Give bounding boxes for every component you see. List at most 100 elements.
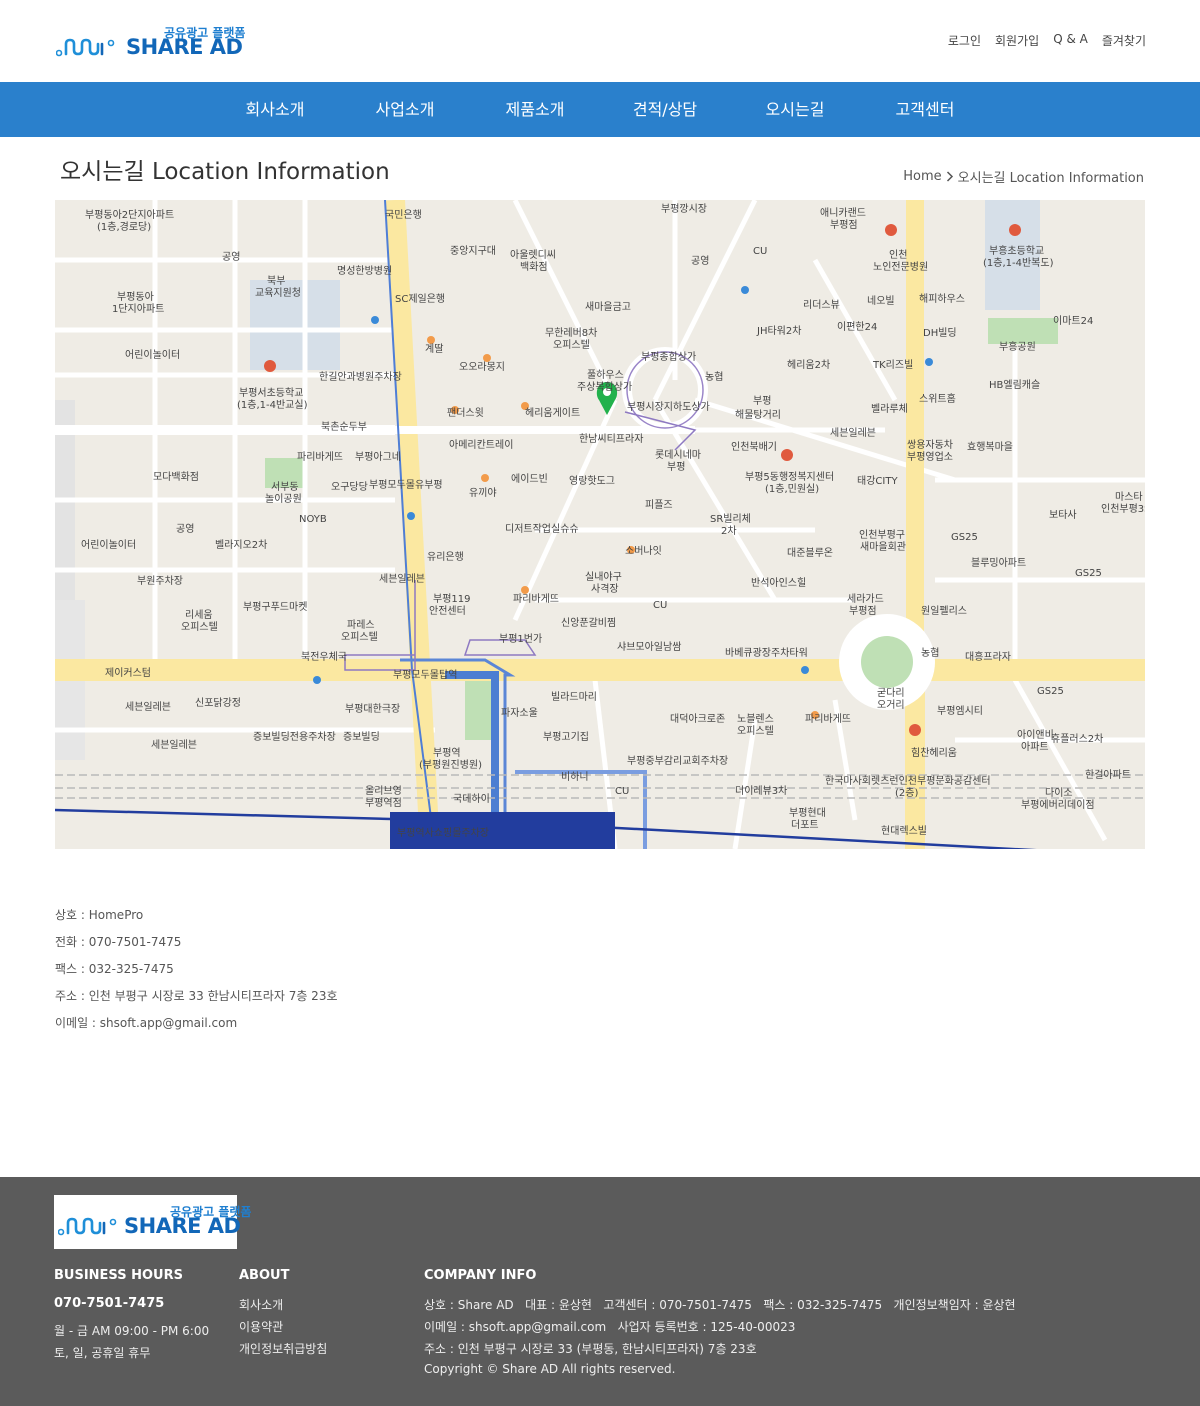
map-place-label: 이편한24 <box>837 322 878 333</box>
map-place-label: 한걸아파트 <box>1085 770 1131 781</box>
location-map[interactable]: 부평동아2단지아파트 (1층,경로당) 국민은행 중앙지구대 아울렛디씨 백화점 부평깡시장… <box>55 200 1145 849</box>
map-place-label: 제이커스텀 <box>105 668 151 679</box>
map-place-label: 부평에버리데이점 <box>1021 800 1095 811</box>
map-place-label: 비하니 <box>561 772 589 783</box>
map-place-label: 바베큐광장주차타워 <box>725 648 808 659</box>
map-place-label: 1단지아파트 <box>112 304 165 315</box>
map-place-label: 부원주차장 <box>137 576 183 587</box>
map-place-label: 부평점 <box>849 606 877 617</box>
nav-item-products[interactable]: 제품소개 <box>470 82 600 137</box>
breadcrumb-current: 오시는길 Location Information <box>957 171 1144 186</box>
info-email: 이메일 : shsoft.app@gmail.com <box>55 1016 238 1030</box>
map-place-label: 네오빌 <box>867 296 895 307</box>
map-place-label: 부평대한극장 <box>345 704 401 715</box>
footer-link-privacy[interactable]: 개인정보취급방침 <box>239 1340 327 1362</box>
qna-link[interactable]: Q & A <box>1053 32 1088 49</box>
map-place-label: 세븐일레븐 <box>151 740 197 751</box>
map-place-label: GS25 <box>1075 568 1102 579</box>
map-place-label: (부평원진병원) <box>419 760 483 771</box>
nav-item-support[interactable]: 고객센터 <box>860 82 990 137</box>
chevron-right-icon <box>946 171 953 182</box>
footer-link-terms[interactable]: 이용약관 <box>239 1318 327 1340</box>
map-place-label: DH빌딩 <box>923 328 957 339</box>
footer-about-title: ABOUT <box>239 1268 290 1283</box>
footer-company-line2: 이메일 : shsoft.app@gmail.com 사업자 등록번호 : 12… <box>424 1320 796 1334</box>
footer-link-company[interactable]: 회사소개 <box>239 1296 327 1318</box>
map-place-label: 오피스텔 <box>341 632 378 643</box>
map-place-label: 오피스텔 <box>553 340 590 351</box>
map-place-label: 세븐일레븐 <box>830 428 876 439</box>
map-place-label: 세븐일레븐 <box>125 702 171 713</box>
map-place-label: 팬더스윗 <box>447 408 484 419</box>
map-place-label: HB엘림캐슬 <box>989 380 1041 391</box>
bookmark-link[interactable]: 즐겨찾기 <box>1102 32 1146 49</box>
map-place-label: 효행복마을 <box>967 442 1013 453</box>
map-place-label: 노인전문병원 <box>873 262 929 273</box>
map-place-label: 스위트홈 <box>919 394 956 405</box>
map-place-label: 교육지원청 <box>255 288 301 299</box>
map-place-label: 파리바게뜨 <box>297 452 343 463</box>
map-place-label: 부평깡시장 <box>661 204 707 215</box>
login-link[interactable]: 로그인 <box>948 32 981 49</box>
site-footer: 공유광고 플랫폼 SHARE AD BUSINESS HOURS 070-750… <box>0 1177 1200 1406</box>
map-place-label: 공영 <box>691 256 710 267</box>
map-place-label: 디저트작업실슈슈 <box>505 524 579 535</box>
map-place-label: 영랑핫도그 <box>569 476 615 487</box>
map-place-label: 새마을회관 <box>860 542 906 553</box>
map-place-label: 한남씨티프라자 <box>579 434 644 445</box>
map-place-label: 국데하이 <box>453 794 490 805</box>
map-place-label: NOYB <box>299 514 327 525</box>
map-place-label: 헤리움2차 <box>787 360 831 371</box>
map-place-label: (1층,민원실) <box>765 484 820 495</box>
map-place-label: 농협 <box>705 372 724 383</box>
nav-item-company[interactable]: 회사소개 <box>210 82 340 137</box>
map-place-label: 헤리움게이트 <box>525 408 581 419</box>
footer-hours-weekday: 월 - 금 AM 09:00 - PM 6:00 <box>54 1324 210 1338</box>
map-place-label: 더포트 <box>791 820 819 831</box>
map-place-label: 부평 <box>667 462 686 473</box>
map-place-label: 놀이공원 <box>265 494 302 505</box>
logo[interactable]: 공유광고 플랫폼 SHARE AD <box>56 22 246 66</box>
map-place-label: 부평고기집 <box>543 732 589 743</box>
map-place-label: 중앙지구대 <box>450 246 496 257</box>
map-place-label: 부평역사쇼핑몰주차장 <box>397 828 489 839</box>
map-place-label: 신포닭강정 <box>195 698 241 709</box>
nav-item-estimate[interactable]: 견적/상담 <box>600 82 730 137</box>
page-title: 오시는길 Location Information <box>60 159 390 185</box>
map-place-label: GS25 <box>1037 686 1064 697</box>
map-place-label: 계딸 <box>425 344 444 355</box>
map-place-label: 블루밍아파트 <box>971 558 1027 569</box>
logo-text: SHARE AD <box>126 35 243 59</box>
footer-logo[interactable]: 공유광고 플랫폼 SHARE AD <box>54 1195 251 1249</box>
map-place-label: 모다백화점 <box>153 472 199 483</box>
footer-company-title: COMPANY INFO <box>424 1268 537 1283</box>
map-place-label: 부흥공원 <box>999 342 1036 353</box>
map-place-label: 유끼야 <box>469 488 497 499</box>
map-place-label: 샤브모아일남쌈 <box>617 642 682 653</box>
map-place-label: 명성한방병원 <box>337 266 393 277</box>
map-place-label: 주상복합상가 <box>577 382 633 393</box>
map-place-label: 부평모두몰탑역 <box>393 670 458 681</box>
map-place-label: 대덕아크로존 <box>670 714 726 725</box>
map-place-label: 증보빌딩 <box>343 732 380 743</box>
map-place-label: (1층,경로당) <box>97 222 152 233</box>
map-place-label: 오오라몽지 <box>459 362 505 373</box>
map-place-label: 부평종합상가 <box>641 352 697 363</box>
map-place-label: 농협 <box>921 648 940 659</box>
map-place-label: 현대렉스빌 <box>881 826 927 837</box>
map-place-label: 부평아그네 <box>355 452 401 463</box>
map-place-label: 태강CITY <box>857 476 898 487</box>
footer-about: ABOUT 회사소개 이용약관 개인정보취급방침 <box>239 1268 327 1362</box>
breadcrumb-home[interactable]: Home <box>903 169 941 184</box>
signup-link[interactable]: 회원가입 <box>995 32 1039 49</box>
map-place-label: 부평 <box>753 396 772 407</box>
map-place-label: SC제일은행 <box>395 294 446 305</box>
footer-hours-holiday: 토, 일, 공휴일 휴무 <box>54 1346 151 1360</box>
nav-item-location[interactable]: 오시는길 <box>730 82 860 137</box>
breadcrumb: Home 오시는길 Location Information <box>903 167 1144 186</box>
map-place-label: 세븐일레븐 <box>379 574 425 585</box>
map-place-label: 부평중부감리교회주차장 <box>627 756 729 767</box>
nav-item-business[interactable]: 사업소개 <box>340 82 470 137</box>
map-place-label: 오거리 <box>877 700 905 711</box>
map-place-label: 어린이놀이터 <box>81 540 137 551</box>
